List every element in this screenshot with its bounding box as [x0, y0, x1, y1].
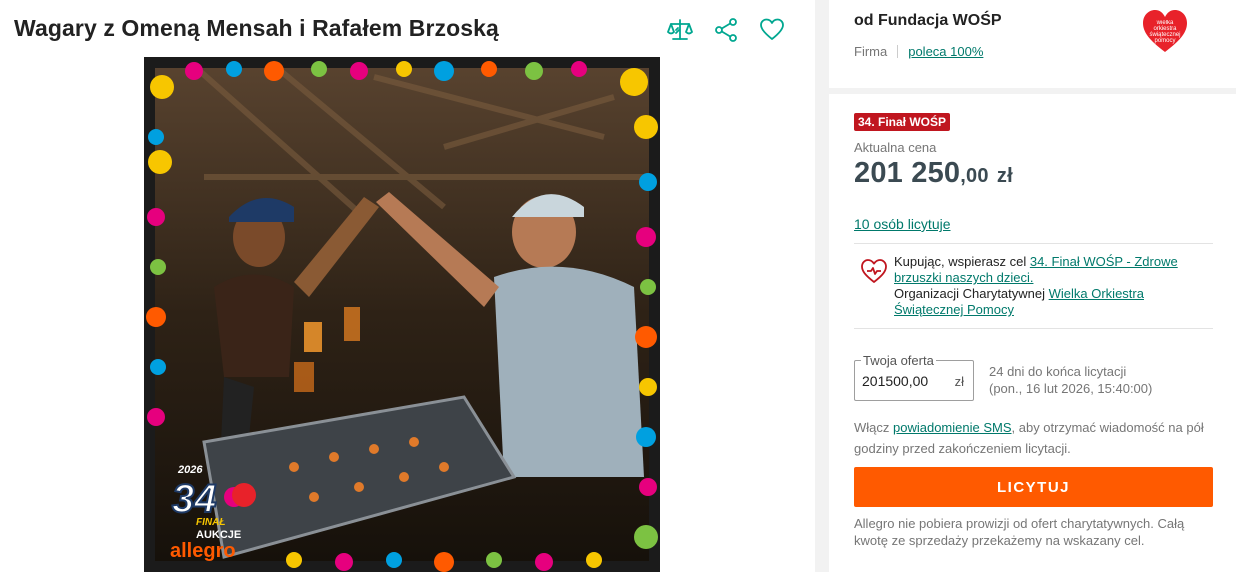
seller-panel: od Fundacja WOŚP Firma poleca 100% wielk…: [829, 0, 1236, 88]
offer-panel: 34. Finał WOŚP Aktualna cena 201 250,00 …: [829, 94, 1236, 572]
seller-meta: Firma poleca 100%: [854, 44, 983, 59]
share-button[interactable]: [711, 15, 741, 45]
divider: [854, 328, 1213, 329]
meta-separator: [897, 45, 899, 58]
column-divider: [815, 0, 829, 572]
listing-actions: [665, 15, 787, 45]
price-currency: zł: [996, 165, 1013, 187]
price-decimal: ,00: [960, 165, 989, 187]
listing-main: Wagary z Omeną Mensah i Rafałem Brzoską: [0, 0, 815, 572]
wosp-logo[interactable]: wielka orkiestra świątecznej pomocy: [1141, 8, 1189, 54]
photo-illustration: 2026 34 FINAŁ AUKCJE allegro: [144, 57, 660, 572]
seller-type: Firma: [854, 44, 888, 59]
finale-badge: 34. Finał WOŚP: [854, 113, 951, 131]
current-price: 201 250,00 zł: [854, 157, 1013, 190]
divider: [854, 243, 1213, 244]
heart-icon: [760, 18, 784, 40]
listing-title: Wagary z Omeną Mensah i Rafałem Brzoską: [14, 15, 499, 41]
charity-text: Kupując, wspierasz cel 34. Finał WOŚP - …: [894, 254, 1214, 318]
overlay-number: 34: [172, 477, 217, 521]
scales-icon: [667, 19, 693, 40]
bid-legend: Twoja oferta: [861, 353, 936, 368]
favorite-button[interactable]: [757, 15, 787, 45]
logo-text: wielka orkiestra świątecznej pomocy: [1149, 20, 1181, 44]
bid-input[interactable]: [862, 373, 942, 389]
seller-name[interactable]: od Fundacja WOŚP: [854, 12, 1002, 30]
sms-link[interactable]: powiadomienie SMS: [893, 420, 1012, 435]
price-main: 201 250: [854, 157, 961, 189]
overlay-final: FINAŁ: [196, 517, 225, 528]
listing-photo[interactable]: 2026 34 FINAŁ AUKCJE allegro: [144, 57, 660, 572]
overlay-brand: allegro: [170, 540, 236, 562]
charity-heart-icon: [861, 259, 887, 283]
end-date: (pon., 16 lut 2026, 15:40:00): [989, 381, 1153, 396]
charity-text-2: Organizacji Charytatywnej: [894, 286, 1049, 301]
bid-button[interactable]: LICYTUJ: [854, 467, 1213, 507]
charity-text-1: Kupując, wspierasz cel: [894, 254, 1030, 269]
overlay-year: 2026: [177, 464, 203, 476]
sms-notice: Włącz powiadomienie SMS, aby otrzymać wi…: [854, 417, 1219, 459]
bid-field[interactable]: Twoja oferta zł: [854, 353, 974, 401]
bid-unit: zł: [954, 374, 964, 389]
commission-note: Allegro nie pobiera prowizji od ofert ch…: [854, 516, 1185, 548]
sms-text-1: Włącz: [854, 420, 893, 435]
seller-recommend-link[interactable]: poleca 100%: [908, 44, 983, 59]
time-left-text: 24 dni do końca licytacji: [989, 364, 1127, 379]
share-icon: [715, 18, 737, 42]
time-left: 24 dni do końca licytacji (pon., 16 lut …: [989, 363, 1152, 397]
price-label: Aktualna cena: [854, 140, 937, 155]
bidders-link[interactable]: 10 osób licytuje: [854, 216, 951, 232]
compare-button[interactable]: [665, 15, 695, 45]
